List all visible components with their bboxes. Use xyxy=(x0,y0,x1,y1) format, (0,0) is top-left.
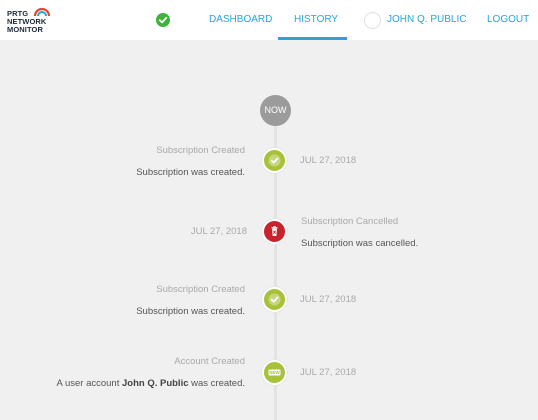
now-badge: NOW xyxy=(260,95,291,126)
trash-cancel-icon xyxy=(262,219,287,244)
top-navigation-bar: PRTG NETWORK MONITOR DASHBOARD HISTORY J… xyxy=(0,0,538,40)
nav-history[interactable]: HISTORY xyxy=(294,14,338,25)
event-message-suffix: was created. xyxy=(188,378,245,389)
check-circle-icon xyxy=(156,13,170,27)
event-date: JUL 27, 2018 xyxy=(300,155,357,166)
event-message: Subscription was created. xyxy=(136,167,245,178)
event-date: JUL 27, 2018 xyxy=(300,294,357,305)
event-date: JUL 27, 2018 xyxy=(190,226,247,237)
avatar[interactable] xyxy=(364,12,381,29)
event-message: A user account John Q. Public was create… xyxy=(57,378,246,389)
event-title: Account Created xyxy=(174,356,245,367)
check-icon xyxy=(262,148,287,173)
nav-dashboard[interactable]: DASHBOARD xyxy=(209,14,272,25)
event-message-user: John Q. Public xyxy=(121,378,189,389)
event-title: Subscription Cancelled xyxy=(301,216,399,227)
check-icon xyxy=(262,287,287,312)
nav-logout[interactable]: LOGOUT xyxy=(487,14,529,25)
event-date: JUL 27, 2018 xyxy=(300,367,357,378)
event-title: Subscription Created xyxy=(156,145,245,156)
logo-arc-icon xyxy=(33,7,51,17)
event-title: Subscription Created xyxy=(156,284,245,295)
logo-text-line3: MONITOR xyxy=(7,25,43,34)
active-tab-indicator xyxy=(278,37,347,40)
new-badge-label: NEW xyxy=(269,370,280,375)
event-message: Subscription was created. xyxy=(136,306,245,317)
event-message-prefix: A user account xyxy=(56,378,122,389)
prtg-logo[interactable]: PRTG NETWORK MONITOR xyxy=(7,7,59,35)
event-message: Subscription was cancelled. xyxy=(301,238,419,249)
nav-user-profile[interactable]: JOHN Q. PUBLIC xyxy=(387,14,466,25)
new-badge-icon: NEW xyxy=(262,360,287,385)
